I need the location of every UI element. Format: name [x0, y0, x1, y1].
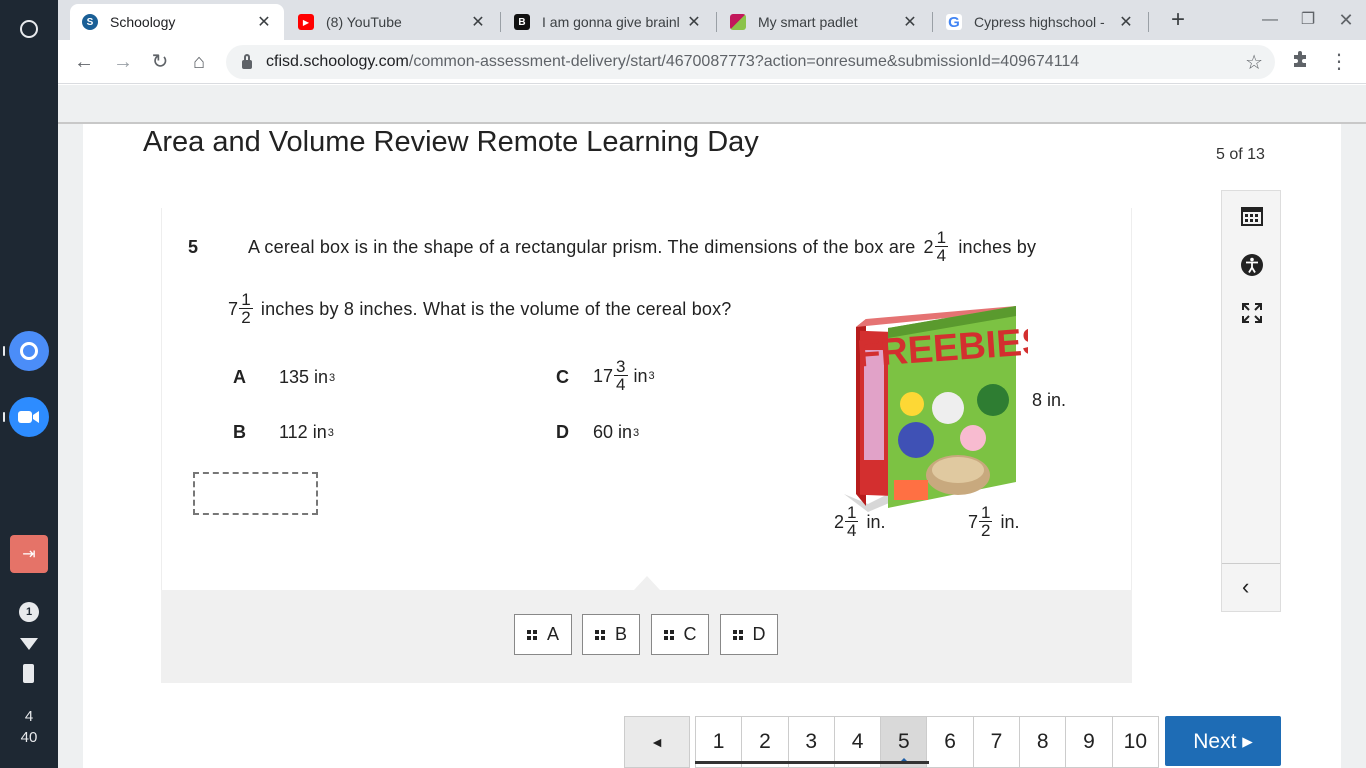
schoology-icon: S: [82, 14, 98, 30]
choice-b-letter: B: [233, 422, 246, 442]
tab-strip: S Schoology ✕ ▶ (8) YouTube ✕ B I am gon…: [58, 0, 1366, 40]
minimize-icon[interactable]: —: [1258, 8, 1282, 32]
browser-toolbar: ← → ↻ ⌂ cfisd.schoology.com /common-asse…: [58, 40, 1366, 84]
mixed-number: 2 14: [923, 228, 949, 265]
tab-schoology[interactable]: S Schoology ✕: [70, 4, 284, 40]
previous-question-button[interactable]: ◄: [624, 716, 690, 768]
width-label: 2 14 in.: [834, 503, 886, 540]
fullscreen-icon[interactable]: [1239, 300, 1265, 326]
page-button-8[interactable]: 8: [1020, 717, 1067, 767]
tab-google[interactable]: G Cypress highschool - ✕: [934, 4, 1146, 40]
choice-d-value: 60 in 3: [593, 422, 640, 442]
zoom-app-icon[interactable]: [9, 397, 49, 437]
back-icon[interactable]: ←: [70, 48, 98, 76]
tab-brainly[interactable]: B I am gonna give brainl ✕: [502, 4, 714, 40]
page-button-2[interactable]: 2: [742, 717, 789, 767]
choice-c-letter: C: [556, 367, 569, 387]
page-button-7[interactable]: 7: [974, 717, 1021, 767]
notification-count-badge[interactable]: 1: [19, 602, 39, 622]
drag-tile-c[interactable]: C: [651, 614, 709, 655]
choice-a-letter: A: [233, 367, 246, 387]
drag-handle-icon: [594, 629, 605, 640]
brainly-icon: B: [514, 14, 530, 30]
accessibility-icon[interactable]: [1239, 252, 1265, 278]
next-question-button[interactable]: Next ▸: [1165, 716, 1281, 766]
youtube-icon: ▶: [298, 14, 314, 30]
exit-app-icon[interactable]: ⇥: [10, 535, 48, 573]
choice-c-value: 17 34 in 3: [593, 357, 655, 394]
calendar-icon[interactable]: [1239, 203, 1265, 229]
page-button-6[interactable]: 6: [927, 717, 974, 767]
os-shelf: ⇥ 1 4 40: [0, 0, 58, 768]
page-button-3[interactable]: 3: [789, 717, 835, 767]
close-window-icon[interactable]: ✕: [1334, 8, 1358, 32]
page-button-4[interactable]: 4: [835, 717, 882, 767]
clock[interactable]: 4 40: [0, 706, 58, 748]
close-tab-icon[interactable]: ✕: [256, 12, 272, 32]
tab-youtube[interactable]: ▶ (8) YouTube ✕: [286, 4, 498, 40]
answer-drop-zone[interactable]: [193, 472, 318, 515]
wifi-icon[interactable]: [20, 638, 38, 650]
page-title: Area and Volume Review Remote Learning D…: [143, 126, 759, 158]
tools-sidebar: ‹: [1221, 190, 1281, 612]
close-tab-icon[interactable]: ✕: [470, 12, 486, 32]
chrome-app-icon[interactable]: [9, 331, 49, 371]
drag-handle-icon: [663, 629, 674, 640]
reload-icon[interactable]: ↻: [146, 48, 174, 76]
page-button-1[interactable]: 1: [696, 717, 743, 767]
drag-handle-icon: [526, 629, 537, 640]
choice-a-value: 135 in 3: [279, 367, 336, 387]
close-tab-icon[interactable]: ✕: [902, 12, 918, 32]
question-text-line-1: A cereal box is in the shape of a rectan…: [248, 228, 1037, 265]
forward-icon[interactable]: →: [109, 48, 137, 76]
google-icon: G: [946, 14, 962, 31]
page-button-9[interactable]: 9: [1066, 717, 1113, 767]
page-button-5[interactable]: 5: [881, 717, 928, 767]
home-icon[interactable]: ⌂: [185, 48, 213, 76]
launcher-icon[interactable]: [11, 11, 47, 47]
cereal-box-image: FREEBIES: [844, 306, 1028, 512]
battery-icon[interactable]: [23, 664, 34, 683]
collapse-sidebar-icon[interactable]: ‹: [1242, 574, 1249, 600]
choice-d-letter: D: [556, 422, 569, 442]
close-tab-icon[interactable]: ✕: [686, 12, 702, 32]
drag-tile-a[interactable]: A: [514, 614, 572, 655]
bookmark-star-icon[interactable]: ☆: [1245, 50, 1263, 75]
running-indicator: [3, 412, 5, 422]
question-text-line-2: 7 12 inches by 8 inches. What is the vol…: [228, 290, 732, 327]
question-number: 5: [188, 237, 199, 257]
running-indicator: [3, 346, 5, 356]
tab-padlet[interactable]: My smart padlet ✕: [718, 4, 930, 40]
menu-icon[interactable]: ⋮: [1325, 48, 1353, 76]
length-label: 7 12 in.: [968, 503, 1020, 540]
drag-tile-d[interactable]: D: [720, 614, 778, 655]
extensions-icon[interactable]: [1286, 48, 1314, 76]
address-bar[interactable]: cfisd.schoology.com /common-assessment-d…: [226, 45, 1275, 79]
drag-handle-icon: [732, 629, 743, 640]
padlet-icon: [730, 14, 746, 30]
progress-underline: [695, 761, 929, 764]
lock-icon[interactable]: [242, 53, 252, 69]
question-progress: 5 of 13: [1216, 146, 1265, 163]
restore-icon[interactable]: ❐: [1296, 8, 1320, 32]
new-tab-button[interactable]: +: [1164, 6, 1192, 34]
drag-tile-b[interactable]: B: [582, 614, 640, 655]
mixed-number: 7 12: [228, 290, 253, 327]
choice-b-value: 112 in 3: [279, 422, 334, 442]
close-tab-icon[interactable]: ✕: [1118, 12, 1134, 32]
page-button-10[interactable]: 10: [1113, 717, 1158, 767]
drag-tray: [161, 590, 1132, 683]
height-label: 8 in.: [1032, 390, 1067, 410]
